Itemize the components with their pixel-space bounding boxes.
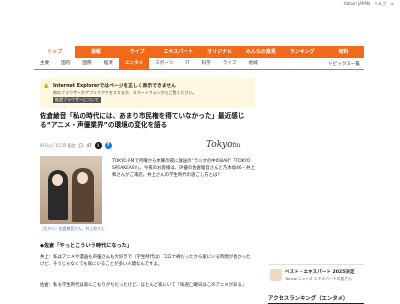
settings-icon[interactable]: ◎ xyxy=(391,1,395,6)
tab-paid[interactable]: 有料 xyxy=(323,46,364,58)
browser-notice: ▲ Internet Explorerではページを正しく表示できません 他のブラ… xyxy=(40,78,255,108)
category-domestic[interactable]: 国内 xyxy=(55,58,76,70)
category-entertainment[interactable]: エンタメ xyxy=(118,57,150,70)
tab-ranking[interactable]: ランキング xyxy=(282,46,323,58)
notice-heading: Internet Explorerではページを正しく表示できません xyxy=(53,84,176,89)
article-column: ▲ Internet Explorerではページを正しく表示できません 他のブラ… xyxy=(34,74,259,300)
expert-promo-card[interactable]: ベスト・エキスパート 2025決定 Yahoo!ニュース エキスパートの皆さん xyxy=(268,264,364,290)
tab-opinions[interactable]: みんなの意見 xyxy=(240,46,281,58)
publish-date: 9/3(火) 15:35 配信 xyxy=(40,142,76,148)
ad-slot xyxy=(268,74,364,264)
photo-caption[interactable]: （左から）佐倉綾音さん、井上和さん xyxy=(40,226,105,232)
ranking-title: アクセスランキング（エンタメ） xyxy=(268,294,364,304)
category-it[interactable]: IT xyxy=(179,58,195,70)
article-title: 佐倉綾音「私の時代には、あまり市民権を得ていなかった」最近感じる“アニメ・声優業… xyxy=(40,112,245,129)
tab-live[interactable]: ライブ xyxy=(117,46,158,58)
site-header xyxy=(0,8,400,46)
tab-top[interactable]: トップ xyxy=(34,46,76,58)
recommended-browser-link[interactable]: 推奨ブラウザーについて xyxy=(53,97,101,103)
logo-suffix: fm xyxy=(232,142,241,149)
article-subhead: ◆佐倉「やっとこういう時代になった」 xyxy=(40,243,133,249)
promo-title: ベスト・エキスパート 2025決定 xyxy=(285,270,355,275)
logo-text: Tokyo xyxy=(206,140,233,150)
face-right xyxy=(77,172,88,184)
category-science[interactable]: 科学 xyxy=(196,58,217,70)
topics-list-link[interactable]: トピックス一覧 xyxy=(328,61,364,67)
notice-text: 他のブラウザーかアプリでアクセスするか、スマートフォンからご覧ください。 xyxy=(53,90,197,95)
category-region[interactable]: 地域 xyxy=(243,58,264,70)
category-economy[interactable]: 経済 xyxy=(98,58,119,70)
category-main[interactable]: 主要 xyxy=(34,58,55,70)
promo-subtitle: Yahoo!ニュース エキスパートの皆さん xyxy=(285,276,352,281)
category-international[interactable]: 国際 xyxy=(76,58,97,70)
facebook-share-icon[interactable]: f xyxy=(104,142,112,149)
article-body-paragraph: 井上：私はアニメや漫画も声優さんも大好きで（学生時代は）コロナ禍だったから家にい… xyxy=(40,255,251,267)
comment-icon[interactable]: 💬 xyxy=(79,143,84,148)
warning-icon: ▲ xyxy=(44,82,49,89)
comment-count[interactable]: 47 xyxy=(87,143,92,148)
face-left xyxy=(52,174,63,186)
tab-breaking[interactable]: 速報 xyxy=(75,46,116,58)
article-photo[interactable] xyxy=(40,156,102,224)
help-link[interactable]: ヘルプ xyxy=(374,1,386,6)
tab-original[interactable]: オリジナル xyxy=(199,46,240,58)
primary-nav: トップ 速報 ライブ エキスパート オリジナル みんなの意見 ランキング 有料 xyxy=(34,46,364,58)
top-utility-bar: Yahoo! JAPAN ヘルプ ◎ xyxy=(0,0,400,8)
promo-icon xyxy=(270,269,282,281)
access-ranking: アクセスランキング（エンタメ） xyxy=(268,294,364,304)
sidebar: ベスト・エキスパート 2025決定 Yahoo!ニュース エキスパートの皆さん … xyxy=(268,74,364,304)
article-lead: TOKYO FMで月曜から木曜の夜に放送の“ラジオの中のBAR”「TOKYO S… xyxy=(112,159,255,178)
article-body-paragraph: 佐倉：私も学生時代は家にこもりがちだったけど、ほとんど家にいて「毎週◯曜日はこの… xyxy=(40,283,247,288)
x-share-icon[interactable]: X xyxy=(94,142,102,149)
category-nav: 主要 国内 国際 経済 エンタメ スポーツ IT 科学 ライフ 地域 トピックス… xyxy=(34,57,364,70)
tab-expert[interactable]: エキスパート xyxy=(158,46,199,58)
category-sports[interactable]: スポーツ xyxy=(149,58,179,70)
yahoo-link[interactable]: Yahoo! JAPAN xyxy=(344,1,370,6)
utility-links: Yahoo! JAPAN ヘルプ ◎ xyxy=(341,1,394,7)
article-meta: 9/3(火) 15:35 配信 💬 47 X f xyxy=(40,142,112,149)
tokyofm-logo[interactable]: Tokyofm xyxy=(206,140,250,154)
category-life[interactable]: ライフ xyxy=(217,58,243,70)
